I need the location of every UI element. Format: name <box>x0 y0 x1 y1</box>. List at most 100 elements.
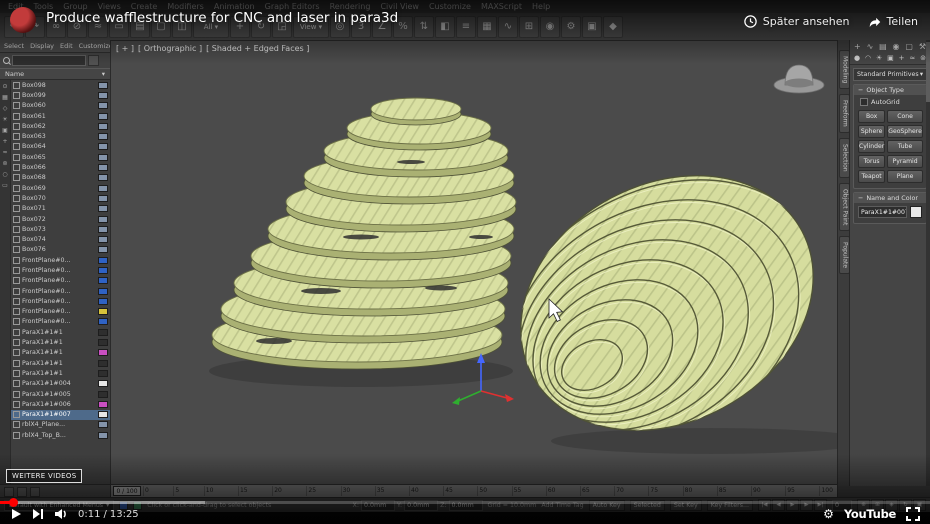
color-swatch[interactable] <box>98 277 108 285</box>
list-item[interactable]: ParaX1#1#1 <box>11 358 110 368</box>
button-pyramid[interactable]: Pyramid <box>887 155 923 168</box>
color-swatch[interactable] <box>98 205 108 213</box>
ribbon-tab-object-paint[interactable]: Object Paint <box>838 182 850 231</box>
color-swatch[interactable] <box>98 122 108 130</box>
color-swatch[interactable] <box>98 256 108 264</box>
share-button[interactable]: Teilen <box>868 15 918 29</box>
button-sphere[interactable]: Sphere <box>858 125 886 138</box>
color-swatch[interactable] <box>98 349 108 357</box>
settings-button[interactable]: ⚙ <box>823 508 834 520</box>
button-cylinder[interactable]: Cylinder <box>858 140 886 153</box>
filter-shapes-icon[interactable]: ◇ <box>3 105 8 112</box>
object-type-rollout-header[interactable]: − Object Type <box>854 85 926 95</box>
color-swatch[interactable] <box>98 339 108 347</box>
color-swatch[interactable] <box>98 328 108 336</box>
ribbon-tab-populate[interactable]: Populate <box>838 235 850 275</box>
list-item[interactable]: FrontPlane#0... <box>11 255 110 265</box>
color-swatch[interactable] <box>98 102 108 110</box>
list-item[interactable]: Box076 <box>11 245 110 255</box>
button-box[interactable]: Box <box>858 110 886 123</box>
list-item[interactable]: ParaX1#1#1 <box>11 327 110 337</box>
color-swatch[interactable] <box>98 174 108 182</box>
color-swatch[interactable] <box>98 133 108 141</box>
list-item[interactable]: ParaX1#1#1 <box>11 337 110 347</box>
color-swatch[interactable] <box>98 287 108 295</box>
color-swatch[interactable] <box>98 411 108 419</box>
color-swatch[interactable] <box>98 390 108 398</box>
color-swatch[interactable] <box>98 91 108 99</box>
list-item[interactable]: ParaX1#1#005 <box>11 389 110 399</box>
list-item[interactable]: rblX4_Top_B... <box>11 430 110 440</box>
filter-spacewarps-icon[interactable]: ≈ <box>2 149 7 156</box>
filter-lights-icon[interactable]: ☀ <box>2 116 7 123</box>
color-swatch[interactable] <box>98 308 108 316</box>
list-item[interactable]: ParaX1#1#007 <box>11 409 110 420</box>
list-item[interactable]: Box064 <box>11 142 110 152</box>
filter-cameras-icon[interactable]: ▣ <box>2 127 8 134</box>
filter-geometry-icon[interactable]: ▦ <box>2 94 8 101</box>
filter-objects-icon[interactable]: ▭ <box>2 182 8 189</box>
list-item[interactable]: rblX4_Plane... <box>11 420 110 430</box>
color-swatch[interactable] <box>98 164 108 172</box>
ribbon-tab-freeform[interactable]: Freeform <box>838 94 850 134</box>
filter-helpers-icon[interactable]: + <box>2 138 7 145</box>
list-item[interactable]: Box073 <box>11 224 110 234</box>
list-item[interactable]: Box099 <box>11 90 110 100</box>
next-button[interactable] <box>32 508 44 520</box>
list-item[interactable]: Box074 <box>11 234 110 244</box>
object-color-swatch[interactable] <box>910 206 922 218</box>
list-item[interactable]: Box063 <box>11 131 110 141</box>
color-swatch[interactable] <box>98 359 108 367</box>
more-videos-badge[interactable]: WEITERE VIDEOS <box>6 469 83 483</box>
channel-avatar[interactable] <box>10 7 36 33</box>
color-swatch[interactable] <box>98 297 108 305</box>
color-swatch[interactable] <box>98 215 108 223</box>
button-cone[interactable]: Cone <box>887 110 923 123</box>
object-name-field[interactable]: ParaX1#1#007 <box>858 206 907 218</box>
color-swatch[interactable] <box>98 112 108 120</box>
list-item[interactable]: Box062 <box>11 121 110 131</box>
color-swatch[interactable] <box>98 380 108 388</box>
autogrid-checkbox[interactable] <box>860 98 868 106</box>
color-swatch[interactable] <box>98 400 108 408</box>
list-item[interactable]: Box069 <box>11 183 110 193</box>
color-swatch[interactable] <box>98 225 108 233</box>
explorer-column-header[interactable]: Name ▾ <box>0 68 110 80</box>
list-item[interactable]: FrontPlane#0... <box>11 286 110 296</box>
color-swatch[interactable] <box>98 266 108 274</box>
list-item[interactable]: ParaX1#1#1 <box>11 368 110 378</box>
color-swatch[interactable] <box>98 246 108 254</box>
color-swatch[interactable] <box>98 236 108 244</box>
primitives-dropdown[interactable]: Standard Primitives ▾ <box>853 68 927 81</box>
left-waffle-object[interactable] <box>209 97 517 387</box>
fullscreen-button[interactable] <box>906 507 920 521</box>
filter-bones-icon[interactable]: ○ <box>2 171 7 178</box>
ribbon-tab-selection[interactable]: Selection <box>838 138 850 178</box>
play-button[interactable] <box>10 508 22 520</box>
color-swatch[interactable] <box>98 153 108 161</box>
filter-systems-icon[interactable]: ⊚ <box>2 160 7 167</box>
list-item[interactable]: Box061 <box>11 111 110 121</box>
color-swatch[interactable] <box>98 184 108 192</box>
list-item[interactable]: FrontPlane#0... <box>11 276 110 286</box>
list-item[interactable]: Box065 <box>11 152 110 162</box>
command-panel-scrollbar[interactable] <box>926 40 930 486</box>
list-item[interactable]: ParaX1#1#1 <box>11 348 110 358</box>
button-geosphere[interactable]: GeoSphere <box>887 125 923 138</box>
color-swatch[interactable] <box>98 369 108 377</box>
button-tube[interactable]: Tube <box>887 140 923 153</box>
color-swatch[interactable] <box>98 318 108 326</box>
list-item[interactable]: Box070 <box>11 193 110 203</box>
color-swatch[interactable] <box>98 194 108 202</box>
list-item[interactable]: Box068 <box>11 173 110 183</box>
color-swatch[interactable] <box>98 143 108 151</box>
filter-all-icon[interactable]: ⊙ <box>2 83 7 90</box>
name-color-rollout-header[interactable]: − Name and Color <box>854 193 926 203</box>
list-item[interactable]: Box071 <box>11 204 110 214</box>
list-item[interactable]: FrontPlane#0... <box>11 307 110 317</box>
color-swatch[interactable] <box>98 431 108 439</box>
watch-later-button[interactable]: Später ansehen <box>743 14 850 29</box>
list-item[interactable]: Box066 <box>11 162 110 172</box>
video-title[interactable]: Produce wafflestructure for CNC and lase… <box>46 10 398 26</box>
color-swatch[interactable] <box>98 81 108 89</box>
